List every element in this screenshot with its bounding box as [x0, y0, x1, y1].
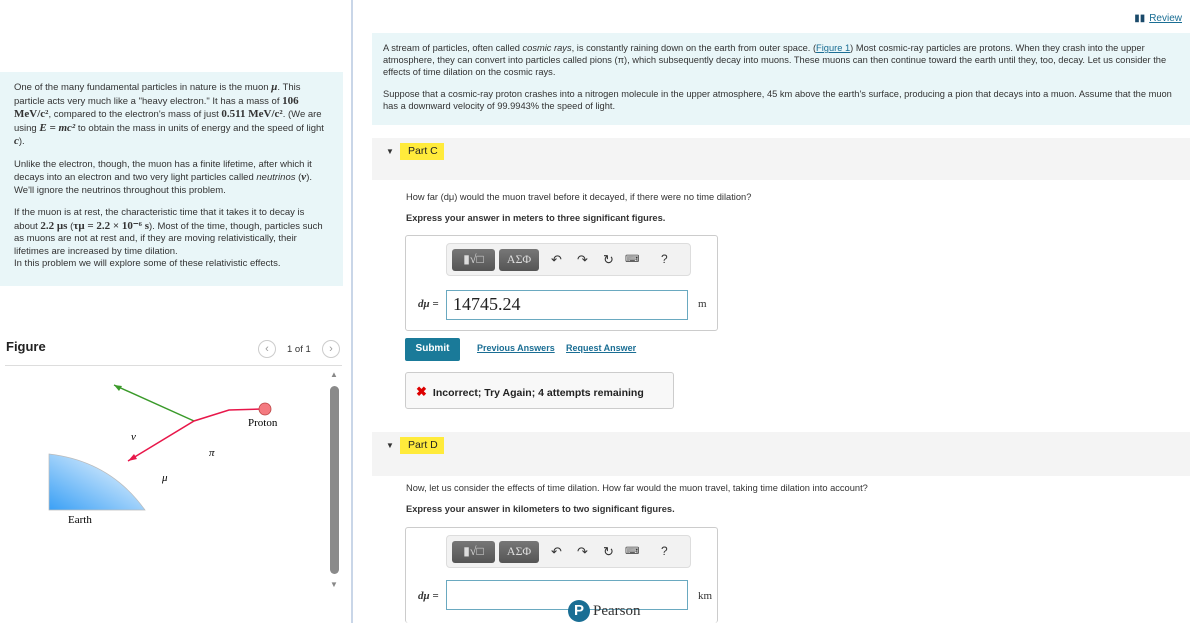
panel-divider[interactable] [351, 0, 353, 623]
statement-paragraph-1: A stream of particles, often called cosm… [383, 43, 1167, 77]
submit-button[interactable]: Submit [405, 338, 460, 361]
part-c-answer-box: ▮√□ ΑΣΦ ↶ ↷ ↻ ⌨ ? dμ = 14745.24 m [405, 235, 718, 331]
collapse-triangle-icon[interactable]: ▼ [386, 147, 394, 156]
figure-title: Figure [6, 339, 46, 354]
part-c-question: How far (dμ) would the muon travel befor… [406, 192, 752, 202]
part-d-header[interactable]: ▼ Part D [372, 432, 1190, 476]
keyboard-icon[interactable]: ⌨ [625, 546, 639, 557]
scroll-down-icon[interactable]: ▼ [330, 580, 338, 589]
answer-input[interactable] [446, 580, 688, 610]
undo-icon[interactable]: ↶ [551, 252, 562, 268]
help-button[interactable]: ? [661, 252, 668, 266]
request-answer-link[interactable]: Request Answer [566, 343, 636, 353]
feedback-message: ✖ Incorrect; Try Again; 4 attempts remain… [405, 372, 674, 409]
variable-label: dμ = [418, 590, 439, 602]
undo-icon[interactable]: ↶ [551, 544, 562, 560]
figure-scrollbar[interactable] [330, 386, 339, 574]
nu-label: ν [131, 431, 136, 443]
answer-input[interactable]: 14745.24 [446, 290, 688, 320]
templates-button[interactable]: ▮√□ [452, 249, 495, 271]
mu-label: μ [161, 472, 168, 484]
part-c-label: Part C [400, 143, 444, 160]
part-d-answer-box: ▮√□ ΑΣΦ ↶ ↷ ↻ ⌨ ? dμ = km [405, 527, 718, 623]
unit-label: m [698, 298, 707, 310]
figure-pager: 1 of 1 [287, 344, 311, 355]
intro-paragraph-3: If the muon is at rest, the characterist… [14, 207, 323, 269]
templates-button[interactable]: ▮√□ [452, 541, 495, 563]
variable-label: dμ = [418, 298, 439, 310]
unit-label: km [698, 590, 713, 602]
figure-prev-button[interactable]: ‹ [258, 340, 276, 358]
math-toolbar: ▮√□ ΑΣΦ ↶ ↷ ↻ ⌨ ? [446, 535, 691, 568]
keyboard-icon[interactable]: ⌨ [625, 254, 639, 265]
cosmic-ray-figure: ν π μ Proton Earth [48, 384, 278, 526]
part-d-question: Now, let us consider the effects of time… [406, 483, 868, 493]
pi-label: π [209, 447, 215, 459]
muon-arrowhead [128, 454, 137, 461]
statement-paragraph-2: Suppose that a cosmic-ray proton crashes… [383, 89, 1172, 111]
help-button[interactable]: ? [661, 544, 668, 558]
redo-icon[interactable]: ↷ [577, 544, 588, 560]
figure-link[interactable]: Figure 1 [816, 43, 850, 53]
previous-answers-link[interactable]: Previous Answers [477, 343, 555, 353]
greek-symbols-button[interactable]: ΑΣΦ [499, 541, 539, 563]
part-d-instruction: Express your answer in kilometers to two… [406, 504, 675, 514]
proton-icon [258, 402, 272, 416]
neutrino-arrow [113, 384, 195, 422]
earth-label: Earth [68, 514, 92, 526]
part-d-label: Part D [400, 437, 444, 454]
book-icon: ▮▮ [1134, 13, 1146, 24]
earth-shape [48, 453, 146, 511]
intro-paragraph-2: Unlike the electron, though, the muon ha… [14, 158, 312, 196]
pearson-logo: P Pearson [568, 600, 641, 622]
pearson-p-icon: P [568, 600, 590, 622]
math-toolbar: ▮√□ ΑΣΦ ↶ ↷ ↻ ⌨ ? [446, 243, 691, 276]
problem-statement: A stream of particles, often called cosm… [372, 33, 1190, 125]
error-x-icon: ✖ [416, 384, 427, 399]
redo-icon[interactable]: ↷ [577, 252, 588, 268]
review-link[interactable]: ▮▮ Review [1134, 13, 1182, 24]
part-c-instruction: Express your answer in meters to three s… [406, 213, 666, 223]
problem-intro: One of the many fundamental particles in… [0, 72, 343, 286]
proton-label: Proton [248, 417, 278, 429]
reset-icon[interactable]: ↻ [603, 252, 614, 268]
greek-symbols-button[interactable]: ΑΣΦ [499, 249, 539, 271]
intro-paragraph-1: One of the many fundamental particles in… [14, 81, 324, 147]
scroll-up-icon[interactable]: ▲ [330, 370, 338, 379]
reset-icon[interactable]: ↻ [603, 544, 614, 560]
collapse-triangle-icon[interactable]: ▼ [386, 441, 394, 450]
particle-path [127, 408, 263, 462]
figure-next-button[interactable]: › [322, 340, 340, 358]
part-c-header[interactable]: ▼ Part C [372, 138, 1190, 180]
